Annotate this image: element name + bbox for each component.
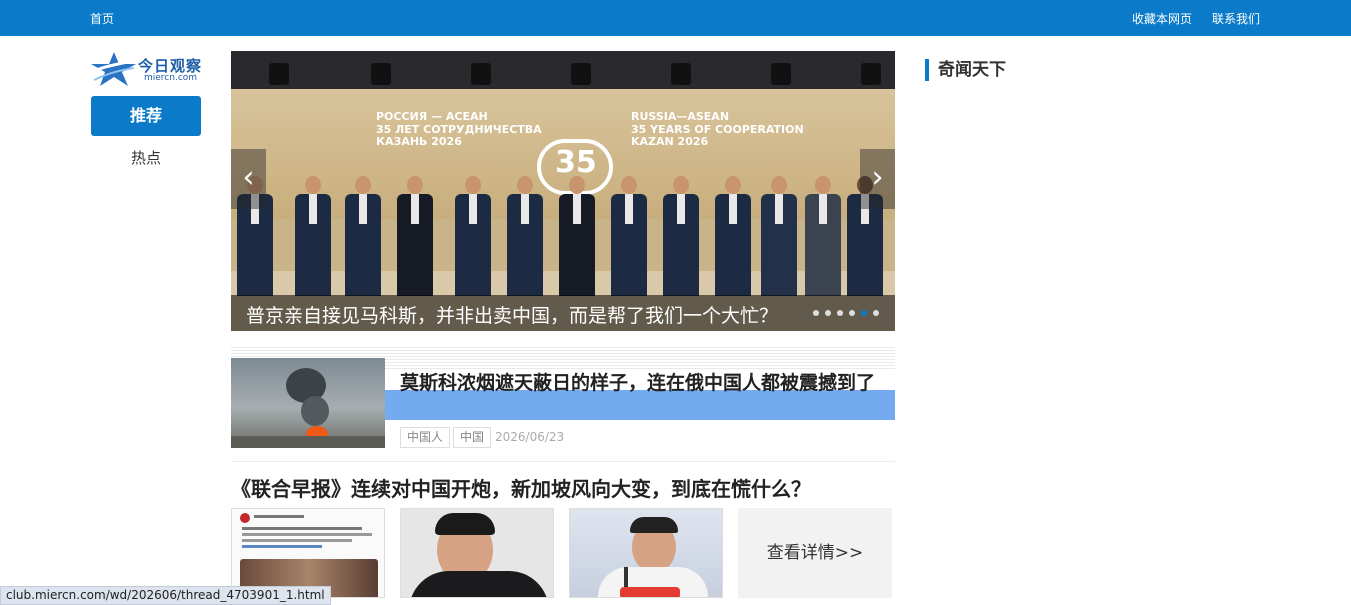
delegate-figure — [759, 176, 799, 296]
carousel-dot[interactable] — [813, 310, 819, 316]
sidebar-section-title: 奇闻天下 — [925, 59, 1006, 81]
article-thumbnail[interactable] — [569, 508, 723, 598]
article-tag[interactable]: 中国人 — [400, 427, 451, 448]
carousel-dot[interactable] — [825, 310, 831, 316]
chevron-left-icon: ‹ — [242, 160, 255, 195]
delegate-figure — [343, 176, 383, 296]
carousel-dot[interactable] — [861, 310, 867, 316]
delegate-figure — [557, 176, 597, 296]
carousel-caption[interactable]: 普京亲自接见马科斯，并非出卖中国，而是帮了我们一个大忙？ — [246, 301, 778, 328]
delegate-figure — [803, 176, 843, 296]
stage-ceiling — [231, 51, 895, 91]
view-details-button[interactable]: 查看详情>> — [738, 508, 892, 598]
carousel-next-button[interactable]: › — [860, 149, 895, 209]
backdrop-number: 35 — [555, 145, 597, 180]
contact-us-link[interactable]: 联系我们 — [1212, 10, 1260, 27]
stage-light — [861, 63, 881, 85]
stage-light — [771, 63, 791, 85]
tab-recommended[interactable]: 推荐 — [91, 96, 201, 136]
article-thumbnail[interactable] — [231, 358, 385, 448]
carousel-prev-button[interactable]: ‹ — [231, 149, 266, 209]
delegate-figure — [609, 176, 649, 296]
delegate-figure — [293, 176, 333, 296]
stage-light — [671, 63, 691, 85]
divider — [231, 461, 895, 462]
link-status-bar: club.miercn.com/wd/202606/thread_4703901… — [0, 586, 331, 605]
tab-hot[interactable]: 热点 — [91, 140, 201, 176]
carousel-indicators — [813, 310, 879, 316]
carousel-dot[interactable] — [873, 310, 879, 316]
delegate-figure — [395, 176, 435, 296]
article-thumbnail[interactable] — [231, 508, 385, 598]
logo-domain: miercn.com — [144, 73, 198, 83]
delegate-figure — [661, 176, 701, 296]
stage-light — [269, 63, 289, 85]
carousel-dot[interactable] — [849, 310, 855, 316]
site-logo[interactable]: 今日观察 miercn.com — [90, 50, 202, 88]
backdrop-text-left: РОССИЯ — АСЕАН 35 ЛЕТ СОТРУДНИЧЕСТВА КАЗ… — [376, 110, 542, 149]
carousel-dot[interactable] — [837, 310, 843, 316]
backdrop-text-right: RUSSIA—ASEAN 35 YEARS OF COOPERATION KAZ… — [631, 110, 804, 149]
headline-carousel[interactable]: РОССИЯ — АСЕАН 35 ЛЕТ СОТРУДНИЧЕСТВА КАЗ… — [231, 51, 895, 331]
article-tag[interactable]: 中国 — [453, 427, 492, 448]
top-bar: 首页 收藏本网页 联系我们 — [0, 0, 1351, 36]
home-link[interactable]: 首页 — [90, 10, 114, 27]
article-date: 2026/06/23 — [495, 430, 565, 444]
article-title[interactable]: 莫斯科浓烟遮天蔽日的样子，连在俄中国人都被震撼到了 — [400, 370, 890, 397]
article-card[interactable]: 莫斯科浓烟遮天蔽日的样子，连在俄中国人都被震撼到了 中国人 中国 2026/06… — [231, 358, 895, 448]
delegate-figure — [713, 176, 753, 296]
delegate-figure — [453, 176, 493, 296]
delegate-figure — [505, 176, 545, 296]
stage-light — [471, 63, 491, 85]
news-logo-icon — [240, 513, 250, 523]
chevron-right-icon: › — [871, 160, 884, 195]
stage-light — [571, 63, 591, 85]
favorite-page-link[interactable]: 收藏本网页 — [1132, 10, 1192, 27]
carousel-caption-bar: 普京亲自接见马科斯，并非出卖中国，而是帮了我们一个大忙？ — [231, 295, 895, 331]
star-logo-icon — [91, 52, 137, 86]
article-title[interactable]: 《联合早报》连续对中国开炮，新加坡风向大变，到底在慌什么？ — [231, 473, 811, 502]
article-thumbnail[interactable] — [400, 508, 554, 598]
stage-light — [371, 63, 391, 85]
